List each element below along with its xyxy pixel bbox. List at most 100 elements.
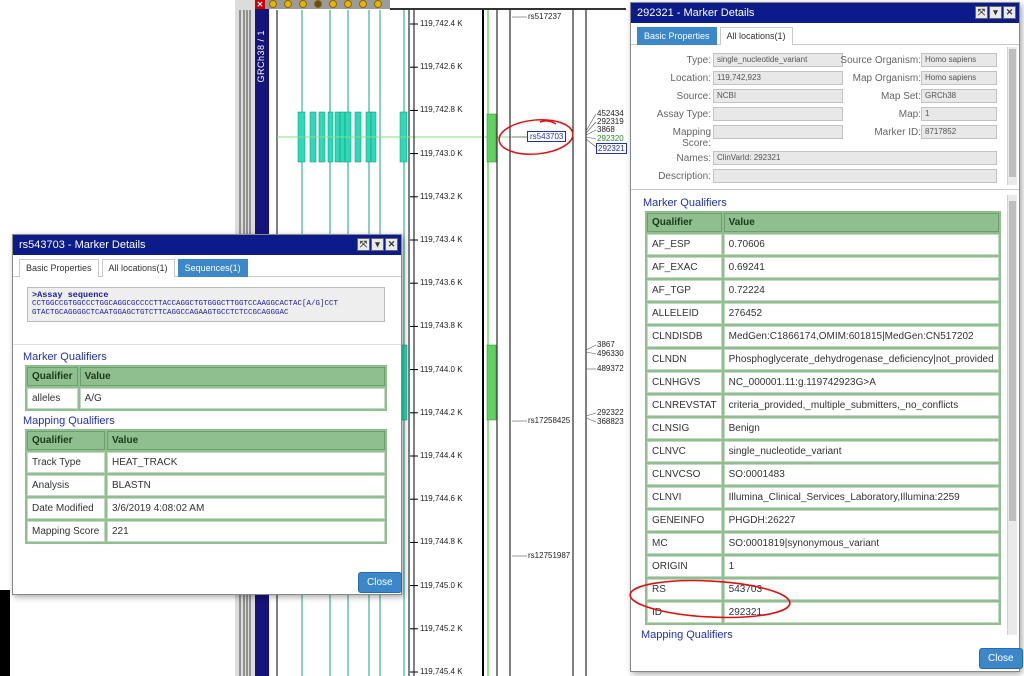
window-title-bar[interactable]: 292321 - Marker Details ⤧ ▾ ✕ (631, 3, 1019, 23)
window-title: rs543703 - Marker Details (19, 239, 146, 251)
value-cell: 0.70606 (723, 234, 999, 255)
qualifier-cell: CLNDISDB (647, 326, 722, 347)
tab-basic-properties[interactable]: Basic Properties (19, 259, 99, 277)
marker-label-id[interactable]: 292320 (597, 134, 624, 143)
qualifier-cell: AF_TGP (647, 280, 722, 301)
properties-scrollbar[interactable] (1007, 47, 1017, 185)
marker-qualifiers-table: Qualifier Value alleles A/G (25, 365, 387, 411)
tab-basic-properties[interactable]: Basic Properties (637, 27, 717, 45)
marker-label-id[interactable]: 496330 (597, 349, 624, 358)
marker-label-id-selected[interactable]: 292321 (596, 143, 627, 154)
map-organism-field[interactable]: Homo sapiens (921, 71, 997, 85)
map-organism-label: Map Organism: (852, 73, 921, 84)
table-row: CLNDN Phosphoglycerate_dehydrogenase_defi… (647, 349, 999, 370)
table-row: Mapping Score 221 (27, 521, 385, 542)
source-field[interactable]: NCBI (713, 89, 843, 103)
table-row: AF_TGP 0.72224 (647, 280, 999, 301)
marker-qualifiers-table: Qualifier Value AF_ESP 0.70606 AF_EXAC 0.69… (645, 211, 1001, 625)
value-cell: single_nucleotide_variant (723, 441, 999, 462)
close-icon[interactable]: ✕ (1003, 6, 1016, 19)
qualifier-cell: CLNHGVS (647, 372, 722, 393)
marker-label-id[interactable]: 292322 (597, 408, 624, 417)
qualifiers-scroll-area[interactable]: Marker Qualifiers Qualifier Value AF_ESP… (631, 195, 1007, 641)
window-title-bar[interactable]: rs543703 - Marker Details ⤧ ▾ ✕ (13, 235, 401, 255)
qualifiers-scrollbar[interactable] (1007, 195, 1017, 635)
menu-down-icon[interactable]: ▾ (371, 238, 384, 251)
mapping-qualifiers-table: Qualifier Value Track Type HEAT_TRACK An… (25, 429, 387, 544)
close-button[interactable]: Close (358, 572, 402, 593)
ruler-tick-label: 119,744.6 K (420, 494, 463, 504)
source-organism-field[interactable]: Homo sapiens (921, 53, 997, 67)
type-label: Type: (686, 55, 711, 66)
map-set-field[interactable]: GRCh38 (921, 89, 997, 103)
divider (13, 344, 401, 345)
value-cell: 3/6/2019 4:08:02 AM (107, 498, 385, 519)
header-value: Value (107, 431, 385, 450)
tab-all-locations[interactable]: All locations(1) (719, 27, 793, 45)
qualifier-cell: ID (647, 602, 722, 623)
menu-down-icon[interactable]: ▾ (989, 6, 1002, 19)
mapping-score-field[interactable] (713, 125, 843, 139)
table-row: alleles A/G (27, 388, 385, 409)
tab-sequences[interactable]: Sequences(1) (177, 259, 248, 277)
marker-label-id[interactable]: 489372 (597, 364, 624, 373)
table-row: ALLELEID 276452 (647, 303, 999, 324)
table-row: CLNREVSTAT criteria_provided,_multiple_su… (647, 395, 999, 416)
qualifier-cell: Analysis (27, 475, 105, 496)
marker-label-rs12751987[interactable]: rs12751987 (528, 551, 570, 560)
assay-type-field[interactable] (713, 107, 843, 121)
source-organism-label: Source Organism: (840, 55, 921, 66)
marker-label-id[interactable]: 368823 (597, 417, 624, 426)
value-cell: Illumina_Clinical_Services_Laboratory,Il… (723, 487, 999, 508)
ruler-tick-label: 119,745.4 K (420, 667, 463, 676)
qualifier-cell: CLNSIG (647, 418, 722, 439)
resize-icon[interactable]: ⤧ (975, 6, 988, 19)
value-cell: MedGen:C1866174,OMIM:601815|MedGen:CN517… (723, 326, 999, 347)
ruler-tick-label: 119,745.2 K (420, 623, 463, 633)
qualifier-cell: Mapping Score (27, 521, 105, 542)
value-cell: SO:0001819|synonymous_variant (723, 533, 999, 554)
ruler-tick-label: 119,744.0 K (420, 364, 463, 374)
header-qualifier: Qualifier (647, 213, 722, 232)
map-field[interactable]: 1 (921, 107, 997, 121)
value-cell: 0.69241 (723, 257, 999, 278)
table-row: MC SO:0001819|synonymous_variant (647, 533, 999, 554)
location-field[interactable]: 119,742,923 (713, 71, 843, 85)
ruler-tick-label: 119,742.8 K (420, 105, 463, 115)
table-row: ORIGIN 1 (647, 556, 999, 577)
value-cell: 1 (723, 556, 999, 577)
tab-bar: Basic Properties All locations(1) (631, 23, 1019, 45)
close-icon[interactable]: ✕ (385, 238, 398, 251)
qualifier-cell: alleles (27, 388, 78, 409)
marker-label-rs517237[interactable]: rs517237 (528, 12, 561, 21)
ruler-tick-label: 119,743.0 K (420, 148, 463, 158)
qualifier-cell: MC (647, 533, 722, 554)
scrollbar-thumb[interactable] (1009, 49, 1016, 177)
marker-label-rs543703[interactable]: rs543703 (527, 131, 567, 142)
marker-qualifiers-title: Marker Qualifiers (643, 197, 727, 209)
value-cell: Benign (723, 418, 999, 439)
names-field[interactable]: ClinVarId: 292321 (713, 151, 997, 165)
close-button[interactable]: Close (979, 648, 1023, 669)
marker-details-window-292321: 292321 - Marker Details ⤧ ▾ ✕ Basic Prop… (630, 2, 1023, 672)
qualifier-cell: AF_EXAC (647, 257, 722, 278)
table-row: CLNVCSO SO:0001483 (647, 464, 999, 485)
marker-id-field[interactable]: 8717852 (921, 125, 997, 139)
location-label: Location: (670, 73, 711, 84)
tab-all-locations[interactable]: All locations(1) (101, 259, 175, 277)
description-field[interactable] (713, 169, 997, 183)
table-row: AF_EXAC 0.69241 (647, 257, 999, 278)
value-cell: NC_000001.11:g.119742923G>A (723, 372, 999, 393)
ruler-tick-label: 119,743.2 K (420, 191, 463, 201)
type-field[interactable]: single_nucleotide_variant (713, 53, 843, 67)
table-row: ID 292321 (647, 602, 999, 623)
marker-label-id[interactable]: 3868 (597, 125, 615, 134)
marker-label-rs17258425[interactable]: rs17258425 (528, 416, 570, 425)
qualifier-cell: ORIGIN (647, 556, 722, 577)
marker-label-id[interactable]: 3867 (597, 340, 615, 349)
table-row: AF_ESP 0.70606 (647, 234, 999, 255)
resize-icon[interactable]: ⤧ (357, 238, 370, 251)
value-cell: PHGDH:26227 (723, 510, 999, 531)
scrollbar-thumb[interactable] (1009, 201, 1016, 521)
source-label: Source: (676, 91, 711, 102)
